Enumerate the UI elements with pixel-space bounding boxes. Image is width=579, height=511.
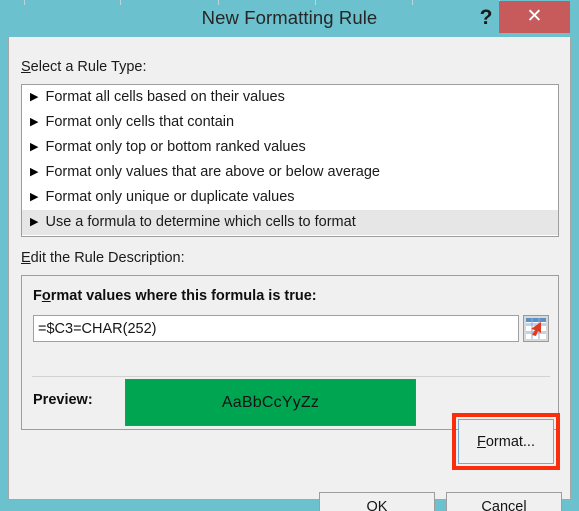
preview-label: Preview: (33, 392, 93, 408)
format-button-accel: F (476, 433, 486, 450)
rule-type-option[interactable]: ▶ Format all cells based on their values (22, 85, 558, 110)
rule-type-label-rest: elect a Rule Type: (30, 59, 147, 75)
rule-type-option-label: Format only cells that contain (45, 114, 235, 130)
rule-type-option-selected[interactable]: ▶ Use a formula to determine which cells … (22, 210, 558, 235)
triangle-bullet-icon: ▶ (30, 166, 39, 178)
rule-type-option[interactable]: ▶ Format only unique or duplicate values (22, 185, 558, 210)
rule-type-option-label: Format only top or bottom ranked values (45, 139, 306, 155)
rule-type-option-label: Use a formula to determine which cells t… (45, 214, 356, 230)
rule-type-listbox[interactable]: ▶ Format all cells based on their values … (21, 84, 559, 237)
triangle-bullet-icon: ▶ (30, 216, 39, 228)
rule-type-option-label: Format all cells based on their values (45, 89, 285, 105)
formula-input[interactable] (33, 315, 519, 342)
close-icon[interactable]: ✕ (499, 1, 570, 33)
formula-heading-part1: F (33, 288, 42, 304)
rule-type-option[interactable]: ▶ Format only cells that contain (22, 110, 558, 135)
title-bar: New Formatting Rule ? ✕ (0, 0, 579, 37)
new-formatting-rule-dialog: New Formatting Rule ? ✕ Select a Rule Ty… (0, 0, 579, 511)
rule-description-label-accel: E (21, 250, 31, 266)
help-icon[interactable]: ? (473, 3, 499, 33)
rule-description-label: Edit the Rule Description: (21, 250, 185, 266)
formula-heading-part2: rmat values where this formula is true: (50, 288, 317, 304)
range-selector-icon[interactable] (523, 315, 549, 342)
rule-type-label-accel: S (21, 59, 31, 75)
dialog-content: Select a Rule Type: ▶ Format all cells ba… (8, 37, 571, 511)
rule-type-option-label: Format only values that are above or bel… (45, 164, 380, 180)
rule-type-option-label: Format only unique or duplicate values (45, 189, 295, 205)
rule-description-panel: Format values where this formula is true… (21, 275, 559, 430)
formula-heading-accel: o (41, 288, 51, 304)
preview-sample: AaBbCcYyZz (125, 379, 416, 426)
triangle-bullet-icon: ▶ (30, 191, 39, 203)
triangle-bullet-icon: ▶ (30, 91, 39, 103)
triangle-bullet-icon: ▶ (30, 116, 39, 128)
cancel-button[interactable]: Cancel (446, 492, 562, 511)
rule-description-label-rest: dit the Rule Description: (30, 250, 185, 266)
formula-heading: Format values where this formula is true… (33, 288, 317, 304)
rule-type-option[interactable]: ▶ Format only top or bottom ranked values (22, 135, 558, 160)
rule-type-option[interactable]: ▶ Format only values that are above or be… (22, 160, 558, 185)
rule-type-label: Select a Rule Type: (21, 59, 146, 75)
ok-button[interactable]: OK (319, 492, 435, 511)
format-button-label: ormat... (485, 433, 535, 450)
format-button[interactable]: Format... (458, 419, 554, 464)
triangle-bullet-icon: ▶ (30, 141, 39, 153)
panel-divider (32, 376, 550, 377)
